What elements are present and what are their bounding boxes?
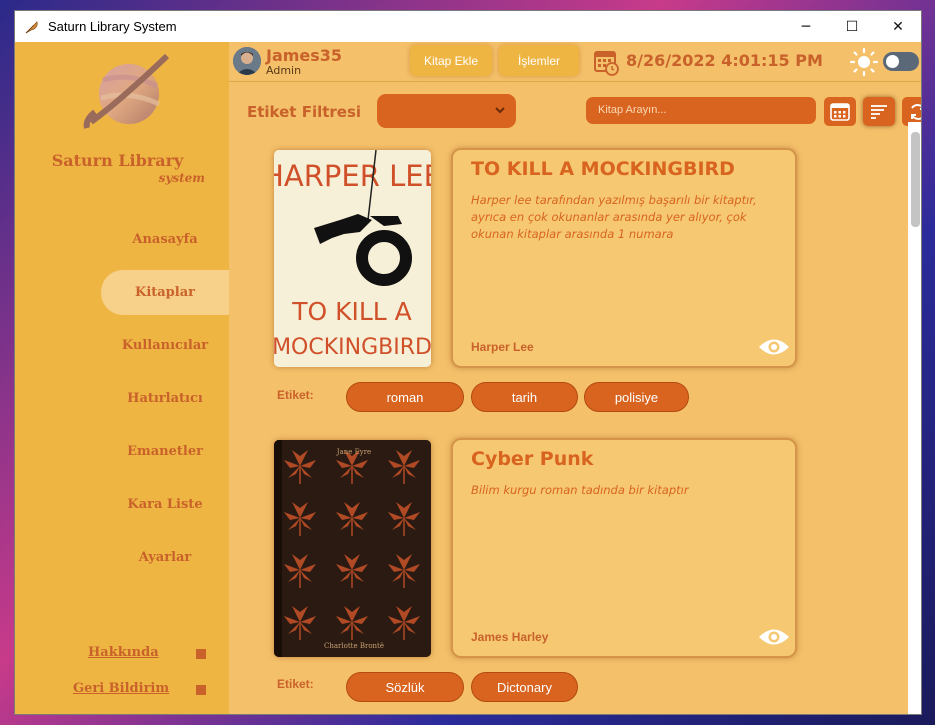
eye-icon[interactable]	[758, 626, 790, 648]
sort-lines-icon	[871, 104, 887, 119]
calendar-grid-icon	[830, 102, 850, 121]
nav-kullanicilar[interactable]: Kullanıcılar	[101, 323, 229, 368]
book-cover[interactable]: Jane Eyre Charlotte Brontë	[274, 440, 431, 657]
tag-chip[interactable]: Dictonary	[471, 672, 578, 702]
app-feather-icon	[25, 20, 38, 33]
nav-anasayfa[interactable]: Anasayfa	[101, 217, 229, 262]
tag-chip[interactable]: roman	[346, 382, 464, 412]
current-datetime: 8/26/2022 4:01:15 PM	[626, 51, 823, 70]
chevron-down-icon	[495, 107, 505, 114]
leaf-pattern-cover-art: Jane Eyre Charlotte Brontë	[274, 440, 431, 657]
cover-title-line-1: TO KILL A	[291, 297, 412, 326]
logo-subtitle: system	[158, 171, 205, 185]
actions-button[interactable]: İşlemler	[499, 45, 579, 76]
book-card[interactable]: TO KILL A MOCKINGBIRD Harper lee tarafın…	[451, 148, 797, 368]
tag-chip[interactable]: tarih	[471, 382, 578, 412]
title-bar: Saturn Library System ─ ☐ ✕	[15, 11, 921, 42]
tag-filter-label: Etiket Filtresi	[247, 103, 362, 121]
cover-author: HARPER LEE	[274, 159, 431, 193]
about-square-icon	[196, 649, 206, 659]
header-divider	[229, 81, 921, 82]
add-book-button[interactable]: Kitap Ekle	[410, 45, 492, 76]
feedback-link[interactable]: Geri Bildirim	[73, 681, 169, 696]
minimize-button[interactable]: ─	[783, 11, 829, 42]
book-title: Cyber Punk	[471, 448, 594, 470]
book-search-input[interactable]: Kitap Arayın...	[586, 97, 816, 124]
app-window: Saturn Library System ─ ☐ ✕ Saturn Libra…	[14, 10, 922, 715]
cover-author: Charlotte Brontë	[324, 642, 384, 650]
book-author: James Harley	[471, 630, 549, 644]
vertical-scrollbar[interactable]	[908, 122, 921, 714]
tag-chip[interactable]: polisiye	[584, 382, 689, 412]
nav-kitaplar[interactable]: Kitaplar	[101, 270, 229, 315]
user-name: James35	[266, 46, 343, 65]
mockingbird-cover-art: HARPER LEE TO KILL A MOCKINGBIRD	[274, 150, 431, 367]
toggle-knob	[886, 55, 899, 68]
tag-label: Etiket:	[277, 388, 314, 402]
tag-filter-select[interactable]	[377, 94, 516, 128]
calendar-view-button[interactable]	[824, 97, 856, 126]
main-content: James35 Admin Kitap Ekle İşlemler 8/26/2…	[229, 42, 921, 714]
maximize-button[interactable]: ☐	[829, 11, 875, 42]
tag-label: Etiket:	[277, 677, 314, 691]
book-description: Harper lee tarafından yazılmış başarılı …	[471, 193, 757, 241]
scrollbar-thumb[interactable]	[911, 132, 920, 227]
about-link[interactable]: Hakkında	[88, 645, 159, 660]
book-description: Bilim kurgu roman tadında bir kitaptır	[471, 483, 689, 497]
book-card[interactable]: Cyber Punk Bilim kurgu roman tadında bir…	[451, 438, 797, 658]
book-cover[interactable]: HARPER LEE TO KILL A MOCKINGBIRD	[274, 150, 431, 367]
saturn-logo-icon	[83, 53, 170, 129]
eye-icon[interactable]	[758, 336, 790, 358]
feedback-square-icon	[196, 685, 206, 695]
logo-title: Saturn Library	[51, 151, 184, 170]
cover-title-line-2: MOCKINGBIRD	[274, 335, 431, 360]
nav-emanetler[interactable]: Emanetler	[101, 429, 229, 474]
user-role: Admin	[266, 64, 302, 77]
avatar[interactable]	[233, 47, 261, 75]
user-avatar-icon	[233, 47, 261, 75]
nav-hatirlatici[interactable]: Hatırlatıcı	[101, 376, 229, 421]
calendar-clock-icon	[594, 51, 619, 76]
tag-chip[interactable]: Sözlük	[346, 672, 464, 702]
sidebar: Saturn Library system Anasayfa Kitaplar …	[15, 42, 229, 714]
window-title: Saturn Library System	[48, 19, 177, 34]
nav-kara-liste[interactable]: Kara Liste	[101, 482, 229, 527]
cover-title: Jane Eyre	[336, 448, 371, 456]
theme-toggle[interactable]	[883, 52, 919, 71]
book-title: TO KILL A MOCKINGBIRD	[471, 158, 735, 180]
sun-icon	[850, 48, 878, 76]
nav-ayarlar[interactable]: Ayarlar	[101, 535, 229, 580]
sort-button[interactable]	[863, 97, 895, 126]
refresh-icon	[911, 103, 921, 120]
close-button[interactable]: ✕	[875, 11, 921, 42]
book-author: Harper Lee	[471, 340, 534, 354]
